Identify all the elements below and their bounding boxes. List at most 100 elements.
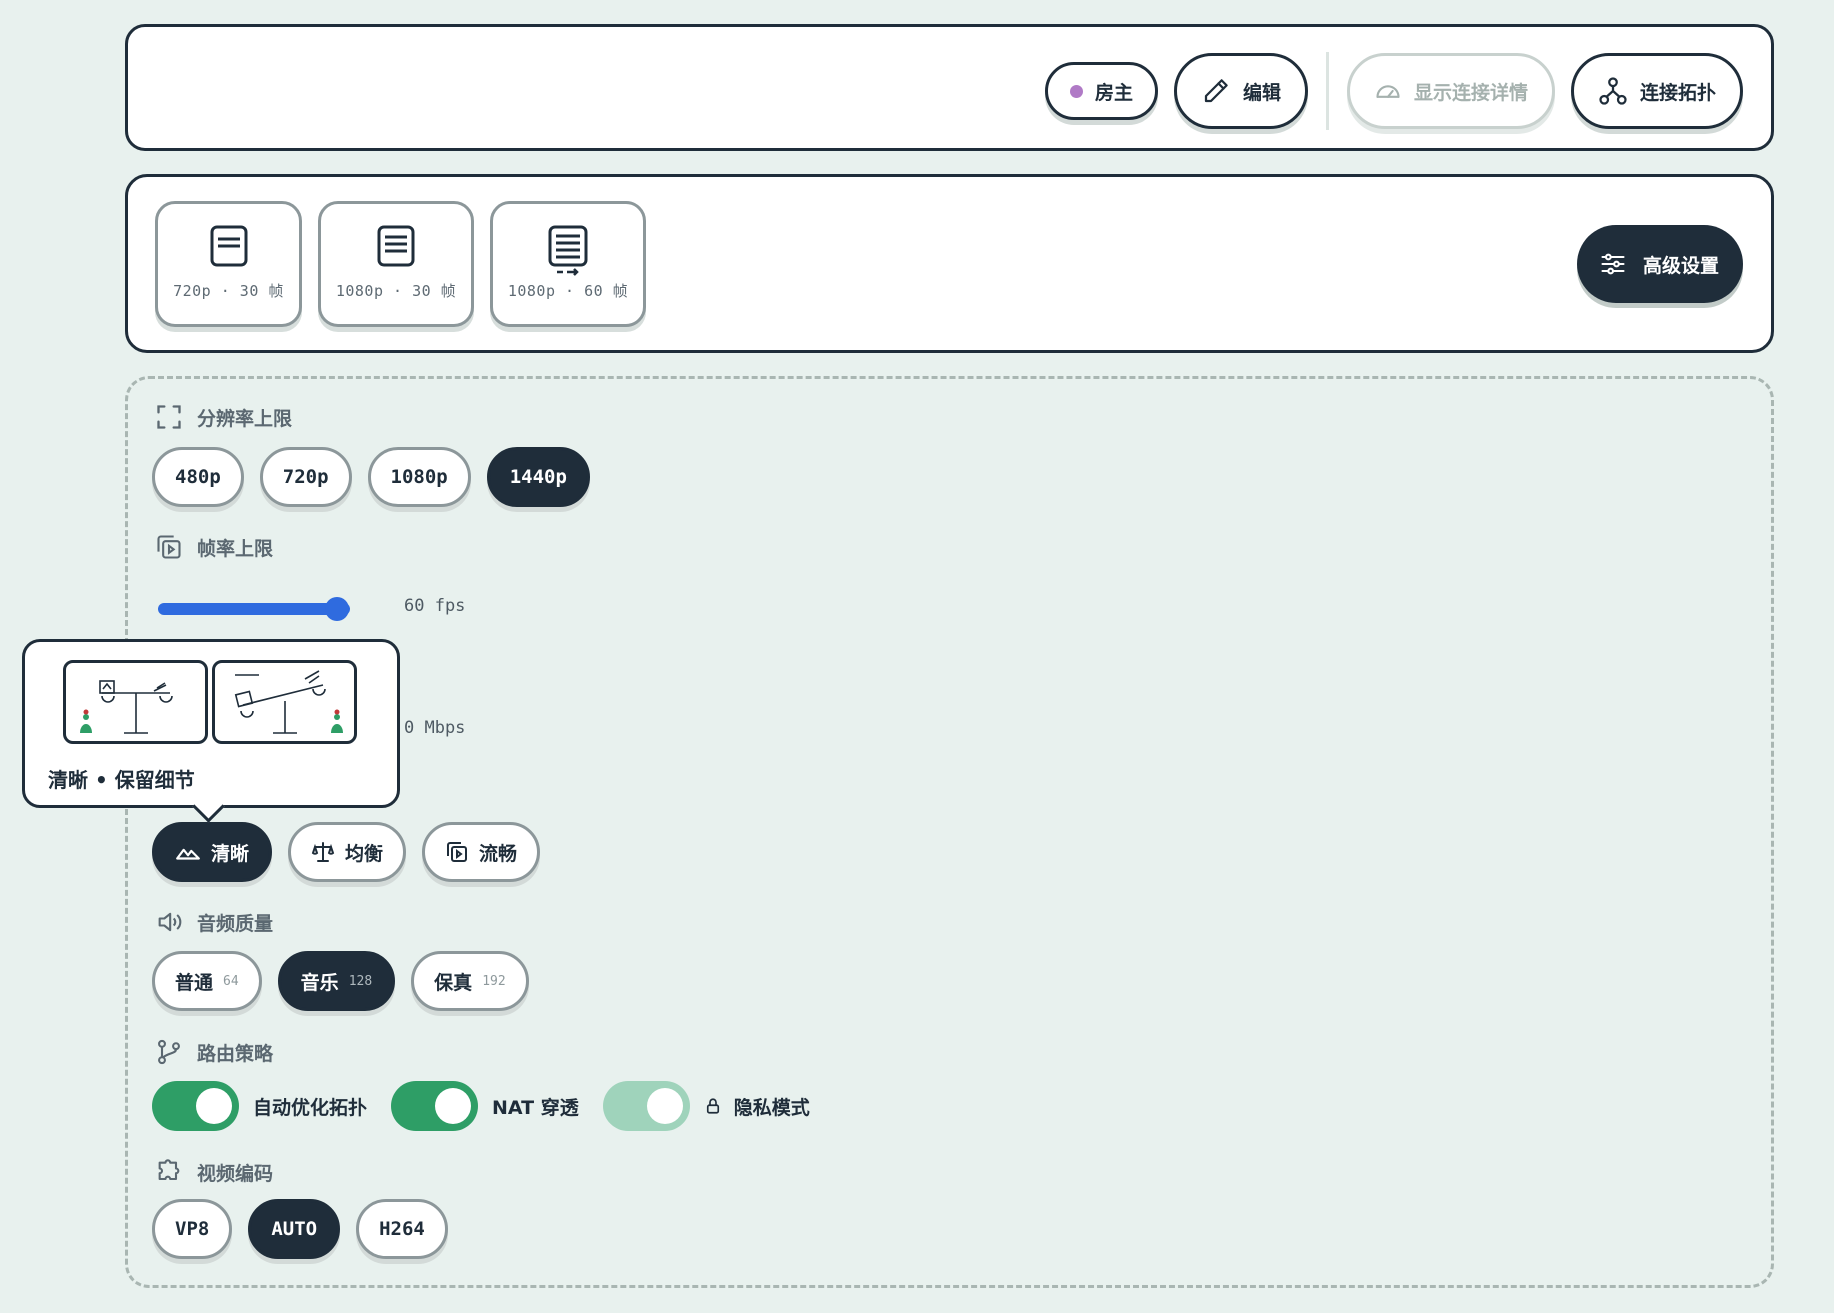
mode-smooth-button[interactable]: 流畅 bbox=[422, 822, 541, 882]
preset-label: 720p · 30 帧 bbox=[173, 282, 284, 300]
routing-section-title: 路由策略 bbox=[155, 1038, 273, 1066]
mode-tooltip: 清晰 • 保留细节 bbox=[22, 639, 400, 808]
video-stack-icon bbox=[157, 535, 181, 559]
codec-auto[interactable]: AUTO bbox=[248, 1199, 341, 1259]
toggle-knob bbox=[646, 1088, 683, 1124]
resolution-title-text: 分辨率上限 bbox=[197, 407, 293, 430]
routing-toggles: 自动优化拓扑 NAT 穿透 隐私模式 bbox=[152, 1081, 834, 1131]
chip-sublabel: 128 bbox=[348, 973, 373, 989]
framerate-title-text: 帧率上限 bbox=[197, 537, 274, 560]
sliders-icon bbox=[1601, 253, 1625, 275]
audio-title-text: 音频质量 bbox=[197, 912, 274, 935]
video-stack-icon bbox=[447, 842, 468, 862]
chip-label: 保真 bbox=[434, 971, 473, 994]
advanced-settings-panel: 分辨率上限 480p 720p 1080p 1440p 帧率上限 60 fps … bbox=[125, 376, 1774, 1288]
preset-label: 1080p · 60 帧 bbox=[507, 282, 629, 300]
branch-icon bbox=[158, 1039, 180, 1065]
host-label: 房主 bbox=[1094, 81, 1133, 104]
preset-1080p-30[interactable]: 1080p · 30 帧 bbox=[318, 201, 474, 327]
privacy-mode-label: 隐私模式 bbox=[733, 1096, 810, 1119]
lock-icon bbox=[706, 1098, 719, 1114]
resolution-options: 480p 720p 1080p 1440p bbox=[152, 447, 590, 507]
chip-label: 720p bbox=[282, 466, 329, 488]
resolution-1080p[interactable]: 1080p bbox=[367, 447, 471, 507]
show-connection-details-button[interactable]: 显示连接详情 bbox=[1346, 53, 1555, 129]
balance-illustration-tilted bbox=[212, 660, 357, 744]
preset-720p-30[interactable]: 720p · 30 帧 bbox=[155, 201, 302, 327]
audio-options: 普通 64 音乐 128 保真 192 bbox=[152, 951, 529, 1011]
auto-optimize-topology-label: 自动优化拓扑 bbox=[253, 1096, 368, 1119]
codec-title-text: 视频编码 bbox=[197, 1162, 274, 1185]
nat-traversal-toggle[interactable] bbox=[391, 1081, 479, 1131]
speaker-icon bbox=[158, 912, 182, 932]
audio-normal-button[interactable]: 普通 64 bbox=[152, 951, 262, 1011]
toolbar-actions: 房主 编辑 显示连接详情 连接拓扑 bbox=[1044, 51, 1743, 131]
edit-button[interactable]: 编辑 bbox=[1173, 53, 1308, 129]
advanced-settings-label: 高级设置 bbox=[1642, 254, 1719, 277]
balance-illustration-clear bbox=[63, 660, 208, 744]
host-status-dot bbox=[1069, 84, 1083, 98]
resolution-1440p[interactable]: 1440p bbox=[486, 447, 590, 507]
preset-1080p-60[interactable]: 1080p · 60 帧 bbox=[490, 201, 646, 327]
toggle-knob bbox=[435, 1088, 472, 1124]
document-icon bbox=[377, 225, 415, 267]
toggle-knob bbox=[196, 1088, 232, 1124]
chip-label: 普通 bbox=[175, 971, 214, 994]
chip-label: 流畅 bbox=[479, 842, 518, 865]
toolbar-divider bbox=[1325, 52, 1329, 130]
scale-illustration-icon bbox=[80, 680, 173, 734]
chip-label: 均衡 bbox=[345, 842, 384, 865]
framerate-value: 60 fps bbox=[404, 596, 466, 616]
framerate-section-title: 帧率上限 bbox=[155, 533, 273, 561]
fullscreen-icon bbox=[157, 405, 181, 429]
top-toolbar: 房主 编辑 显示连接详情 连接拓扑 bbox=[125, 24, 1774, 151]
chip-label: 音乐 bbox=[300, 971, 339, 994]
mode-clear-button[interactable]: 清晰 bbox=[152, 822, 273, 882]
quality-mode-options: 清晰 均衡 流畅 bbox=[152, 822, 541, 882]
resolution-480p[interactable]: 480p bbox=[152, 447, 244, 507]
topology-icon bbox=[1599, 77, 1627, 105]
host-badge[interactable]: 房主 bbox=[1044, 62, 1158, 120]
resolution-720p[interactable]: 720p bbox=[259, 447, 352, 507]
document-icon bbox=[210, 225, 247, 267]
tooltip-text: 清晰 • 保留细节 bbox=[48, 768, 195, 792]
gauge-icon bbox=[1376, 85, 1400, 98]
framerate-slider-handle[interactable] bbox=[325, 597, 349, 621]
preset-label: 1080p · 30 帧 bbox=[335, 282, 457, 300]
audio-music-button[interactable]: 音乐 128 bbox=[277, 951, 396, 1011]
chip-sublabel: 192 bbox=[482, 973, 506, 989]
chip-label: 1440p bbox=[509, 466, 567, 488]
auto-optimize-topology-toggle[interactable] bbox=[152, 1081, 239, 1131]
chip-label: AUTO bbox=[271, 1218, 318, 1240]
codec-options: VP8 AUTO H264 bbox=[152, 1199, 448, 1259]
chip-label: VP8 bbox=[175, 1218, 210, 1240]
details-label: 显示连接详情 bbox=[1413, 81, 1528, 104]
codec-section-title: 视频编码 bbox=[155, 1158, 273, 1186]
pencil-icon bbox=[1204, 79, 1228, 103]
preset-panel: 720p · 30 帧 1080p · 30 帧 1080p · 60 帧 高级… bbox=[125, 174, 1774, 353]
codec-vp8[interactable]: VP8 bbox=[152, 1199, 233, 1259]
chip-sublabel: 64 bbox=[223, 973, 239, 989]
chip-label: 清晰 bbox=[211, 842, 250, 865]
routing-title-text: 路由策略 bbox=[197, 1042, 274, 1065]
mountain-icon bbox=[176, 848, 200, 860]
chip-label: 480p bbox=[175, 466, 221, 488]
advanced-settings-button[interactable]: 高级设置 bbox=[1576, 225, 1743, 303]
topology-label: 连接拓扑 bbox=[1639, 81, 1716, 104]
privacy-mode-toggle[interactable] bbox=[602, 1081, 690, 1131]
nat-traversal-label: NAT 穿透 bbox=[492, 1096, 579, 1119]
framerate-slider-track[interactable] bbox=[158, 603, 350, 615]
audio-section-title: 音频质量 bbox=[155, 908, 273, 936]
mode-balanced-button[interactable]: 均衡 bbox=[288, 822, 407, 882]
chip-label: 1080p bbox=[390, 466, 448, 488]
connection-topology-button[interactable]: 连接拓扑 bbox=[1570, 53, 1743, 129]
codec-h264[interactable]: H264 bbox=[356, 1199, 448, 1259]
bitrate-value: 0 Mbps bbox=[404, 718, 466, 738]
audio-hifi-button[interactable]: 保真 192 bbox=[411, 951, 529, 1011]
document-forward-icon bbox=[548, 225, 588, 276]
resolution-section-title: 分辨率上限 bbox=[155, 403, 292, 431]
edit-label: 编辑 bbox=[1242, 81, 1281, 104]
scale-icon bbox=[311, 842, 335, 862]
preset-list: 720p · 30 帧 1080p · 30 帧 1080p · 60 帧 bbox=[155, 201, 646, 327]
puzzle-icon bbox=[158, 1159, 180, 1181]
